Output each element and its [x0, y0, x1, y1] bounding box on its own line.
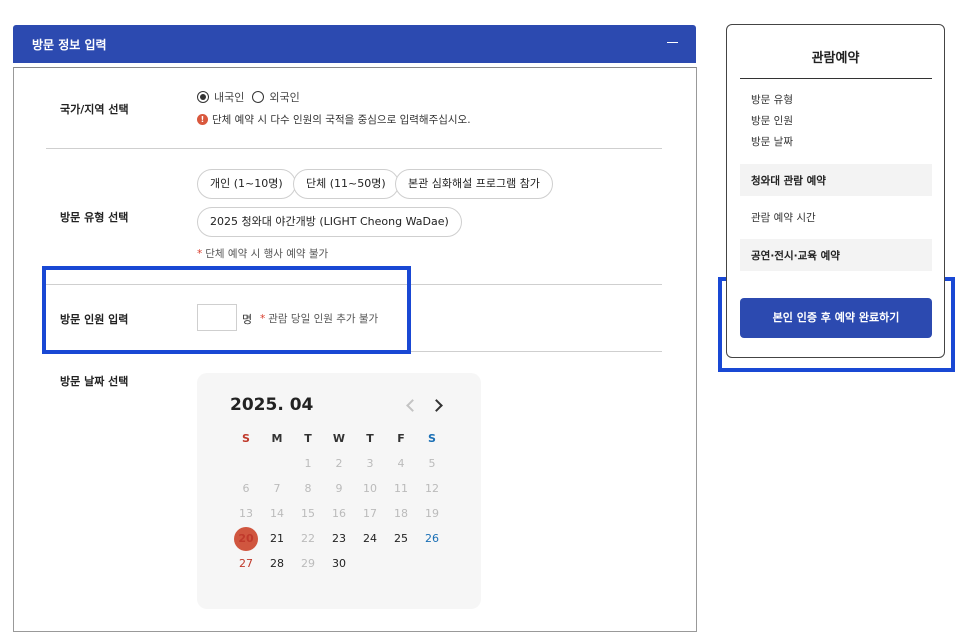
calendar-day: 5 [428, 457, 436, 470]
calendar-day[interactable]: 25 [389, 527, 413, 551]
visit-type-note-text: 단체 예약 시 행사 예약 불가 [205, 248, 329, 260]
info-icon: ! [197, 114, 208, 125]
visit-type-individual[interactable]: 개인 (1~10명) [197, 169, 296, 199]
calendar-day: 29 [301, 557, 315, 570]
weekday-header: T [366, 432, 374, 445]
calendar-day: 7 [273, 482, 281, 495]
calendar-day[interactable]: 26 [420, 527, 444, 551]
calendar-day: 10 [363, 482, 377, 495]
calendar-day: 22 [301, 532, 315, 545]
calendar-day: 12 [425, 482, 439, 495]
weekday-header: S [428, 432, 436, 445]
calendar-day: 11 [394, 482, 408, 495]
calendar: 2025. 04 S M T W T F S 1 2 3 4 5 6 7 8 9 10 11 12 13 14 15 16 1… [197, 373, 481, 609]
visit-type-guided-program[interactable]: 본관 심화해설 프로그램 참가 [395, 169, 553, 199]
divider [46, 148, 662, 149]
nationality-label: 국가/지역 선택 [60, 103, 129, 116]
calendar-day[interactable]: 30 [327, 552, 351, 576]
calendar-day: 16 [332, 507, 346, 520]
summary-tour-time: 관람 예약 시간 [751, 212, 816, 224]
nationality-notice-text: 단체 예약 시 다수 인원의 국적을 중심으로 입력해주십시오. [212, 114, 471, 126]
radio-foreign[interactable] [252, 91, 265, 103]
calendar-day[interactable]: 24 [358, 527, 382, 551]
calendar-day: 19 [425, 507, 439, 520]
calendar-day[interactable]: 27 [234, 552, 258, 576]
calendar-day: 9 [335, 482, 343, 495]
calendar-day: 14 [270, 507, 284, 520]
required-star: * [197, 248, 203, 260]
visit-type-night-opening[interactable]: 2025 청와대 야간개방 (LIGHT Cheong WaDae) [197, 207, 462, 237]
summary-title: 관람예약 [811, 51, 860, 66]
chevron-left-icon[interactable] [403, 397, 419, 413]
visit-type-label: 방문 유형 선택 [60, 211, 129, 224]
calendar-day: 3 [366, 457, 374, 470]
summary-rule [740, 78, 932, 79]
people-section-highlight [42, 266, 411, 354]
visit-info-header: 방문 정보 입력 [13, 25, 696, 63]
summary-visit-date: 방문 날짜 [751, 136, 793, 148]
summary-visit-people: 방문 인원 [751, 115, 793, 127]
collapse-icon[interactable] [664, 33, 682, 51]
calendar-day: 8 [304, 482, 312, 495]
chevron-right-icon[interactable] [430, 397, 446, 413]
calendar-day: 17 [363, 507, 377, 520]
calendar-day: 4 [397, 457, 405, 470]
summary-section-tour-label: 청와대 관람 예약 [751, 175, 826, 187]
calendar-day: 13 [239, 507, 253, 520]
radio-domestic-label[interactable]: 내국인 [214, 89, 244, 105]
calendar-day[interactable]: 28 [265, 552, 289, 576]
summary-section-tour: 청와대 관람 예약 [740, 164, 932, 196]
nationality-radio-group: 내국인 외국인 [197, 89, 308, 105]
weekday-header: T [304, 432, 312, 445]
nationality-notice: ! 단체 예약 시 다수 인원의 국적을 중심으로 입력해주십시오. [197, 112, 471, 127]
calendar-day: 6 [242, 482, 250, 495]
calendar-day: 1 [304, 457, 312, 470]
calendar-day: 2 [335, 457, 343, 470]
calendar-day: 15 [301, 507, 315, 520]
visit-type-group[interactable]: 단체 (11~50명) [293, 169, 399, 199]
weekday-header: S [242, 432, 250, 445]
weekday-header: W [332, 432, 346, 445]
radio-domestic[interactable] [197, 91, 209, 103]
calendar-day[interactable]: 23 [327, 527, 351, 551]
visit-type-note: * 단체 예약 시 행사 예약 불가 [197, 246, 328, 261]
calendar-day-selected[interactable]: 20 [234, 527, 258, 551]
summary-section-events-label: 공연·전시·교육 예약 [751, 250, 840, 262]
summary-visit-type: 방문 유형 [751, 94, 793, 106]
summary-section-events: 공연·전시·교육 예약 [740, 239, 932, 271]
submit-reservation-button[interactable]: 본인 인증 후 예약 완료하기 [740, 298, 932, 338]
date-label: 방문 날짜 선택 [60, 375, 129, 388]
calendar-month-title: 2025. 04 [230, 395, 314, 415]
radio-foreign-label[interactable]: 외국인 [269, 89, 299, 105]
calendar-day[interactable]: 21 [265, 527, 289, 551]
weekday-header: F [397, 432, 405, 445]
panel-title: 방문 정보 입력 [32, 38, 107, 52]
reservation-summary-card: 관람예약 방문 유형 방문 인원 방문 날짜 청와대 관람 예약 관람 예약 시… [726, 24, 945, 358]
weekday-header: M [271, 432, 283, 445]
calendar-day: 18 [394, 507, 408, 520]
